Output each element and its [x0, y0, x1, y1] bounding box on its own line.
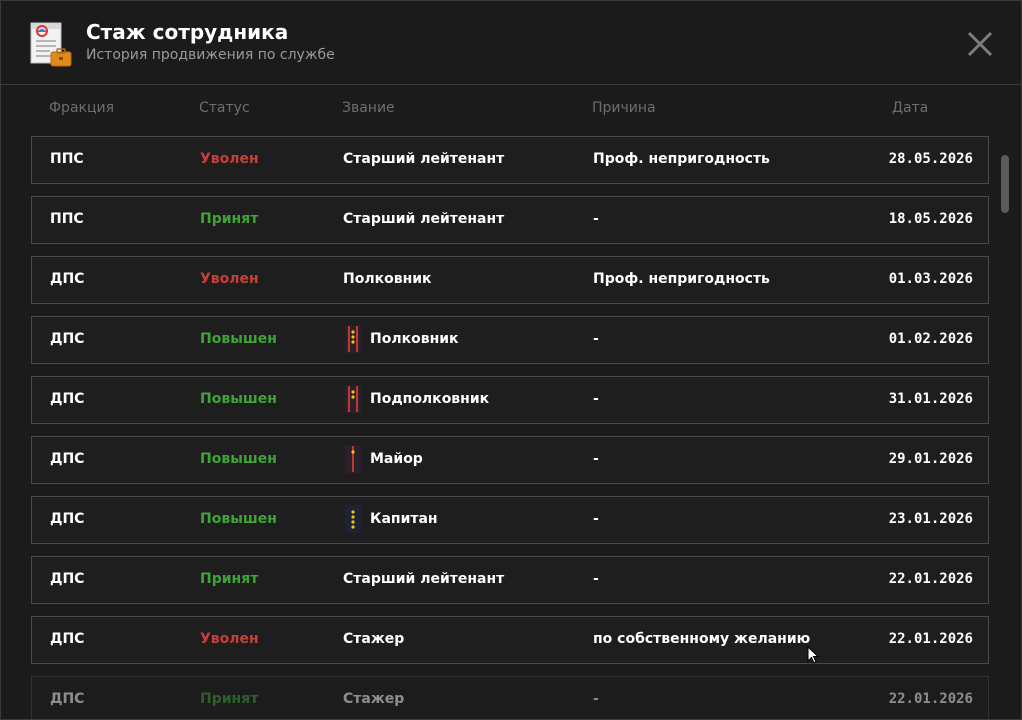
rank-cell: Майор — [343, 445, 423, 473]
date-cell: 22.01.2026 — [888, 631, 973, 647]
rank-label: Майор — [370, 451, 423, 467]
rank-label: Старший лейтенант — [343, 151, 505, 167]
rank-cell: Полковник — [343, 271, 432, 287]
reason-cell: - — [593, 391, 599, 407]
rank-cell: Стажер — [343, 691, 404, 707]
page-subtitle: История продвижения по службе — [86, 47, 335, 63]
table-row[interactable]: ДПС Повышен Майор - 29.01.2026 — [31, 436, 989, 484]
table-row[interactable]: ППС Принят Старший лейтенант - 18.05.2026 — [31, 196, 989, 244]
status-cell: Повышен — [200, 451, 277, 467]
major-insignia-icon — [345, 445, 361, 473]
date-cell: 22.01.2026 — [888, 691, 973, 707]
column-header-faction: Фракция — [49, 100, 115, 116]
reason-cell: по собственному желанию — [593, 631, 811, 647]
reason-cell: - — [593, 451, 599, 467]
rank-cell: Стажер — [343, 631, 404, 647]
captain-insignia-icon — [345, 505, 361, 533]
date-cell: 23.01.2026 — [888, 511, 973, 527]
rank-cell: Полковник — [343, 325, 459, 353]
page-title: Стаж сотрудника — [86, 20, 289, 44]
reason-cell: - — [593, 571, 599, 587]
status-cell: Повышен — [200, 511, 277, 527]
status-cell: Уволен — [200, 271, 259, 287]
rank-cell: Старший лейтенант — [343, 211, 504, 227]
column-header-rank: Звание — [342, 100, 395, 116]
reason-cell: - — [593, 691, 599, 707]
column-header-status: Статус — [199, 100, 250, 116]
status-cell: Уволен — [200, 151, 259, 167]
faction-cell: ДПС — [50, 511, 85, 527]
faction-cell: ДПС — [50, 571, 85, 587]
close-icon[interactable] — [963, 28, 997, 60]
reason-cell: - — [593, 211, 599, 227]
faction-cell: ДПС — [50, 391, 85, 407]
date-cell: 28.05.2026 — [888, 151, 973, 167]
status-cell: Повышен — [200, 331, 277, 347]
status-cell: Уволен — [200, 631, 259, 647]
reason-cell: Проф. непригодность — [593, 151, 770, 167]
reason-cell: - — [593, 331, 599, 347]
faction-cell: ППС — [50, 151, 84, 167]
date-cell: 18.05.2026 — [888, 211, 973, 227]
rank-cell: Подполковник — [343, 385, 490, 413]
table-row[interactable]: ДПС Повышен Капитан - 23.01.2026 — [31, 496, 989, 544]
rank-cell: Капитан — [343, 505, 438, 533]
table-row[interactable]: ДПС Уволен Полковник Проф. непригодность 01.… — [31, 256, 989, 304]
service-record-window: Стаж сотрудника История продвижения по с… — [0, 0, 1022, 720]
status-cell: Принят — [200, 211, 259, 227]
date-cell: 01.02.2026 — [888, 331, 973, 347]
rank-label: Полковник — [343, 271, 432, 287]
service-record-icon — [30, 22, 72, 67]
faction-cell: ДПС — [50, 331, 85, 347]
history-list[interactable]: ППС Уволен Старший лейтенант Проф. непригод… — [1, 136, 1001, 719]
rank-label: Полковник — [370, 331, 459, 347]
rank-cell: Старший лейтенант — [343, 151, 504, 167]
table-row[interactable]: ДПС Повышен Подполковник - 31.01.2026 — [31, 376, 989, 424]
faction-cell: ДПС — [50, 451, 85, 467]
table-row[interactable]: ДПС Повышен Полковник - 01.02.2026 — [31, 316, 989, 364]
table-row[interactable]: ДПС Принят Стажер - 22.01.2026 — [31, 676, 989, 719]
status-cell: Повышен — [200, 391, 277, 407]
window-header: Стаж сотрудника История продвижения по с… — [1, 1, 1021, 85]
faction-cell: ДПС — [50, 691, 85, 707]
rank-cell: Старший лейтенант — [343, 571, 504, 587]
column-header-reason: Причина — [592, 100, 656, 116]
scrollbar-thumb[interactable] — [1001, 155, 1009, 213]
date-cell: 31.01.2026 — [888, 391, 973, 407]
column-header-date: Дата — [892, 100, 929, 116]
table-row[interactable]: ДПС Уволен Стажер по собственному желанию 22… — [31, 616, 989, 664]
faction-cell: ДПС — [50, 631, 85, 647]
status-cell: Принят — [200, 571, 259, 587]
table-row[interactable]: ППС Уволен Старший лейтенант Проф. непригод… — [31, 136, 989, 184]
rank-label: Стажер — [343, 691, 405, 707]
lieutenant-colonel-insignia-icon — [345, 385, 361, 413]
reason-cell: - — [593, 511, 599, 527]
date-cell: 01.03.2026 — [888, 271, 973, 287]
table-row[interactable]: ДПС Принят Старший лейтенант - 22.01.2026 — [31, 556, 989, 604]
rank-label: Капитан — [370, 511, 438, 527]
table-header: Фракция Статус Звание Причина Дата — [1, 100, 1001, 120]
rank-label: Старший лейтенант — [343, 211, 505, 227]
rank-label: Стажер — [343, 631, 405, 647]
faction-cell: ДПС — [50, 271, 85, 287]
colonel-insignia-icon — [345, 325, 361, 353]
faction-cell: ППС — [50, 211, 84, 227]
date-cell: 22.01.2026 — [888, 571, 973, 587]
rank-label: Старший лейтенант — [343, 571, 505, 587]
rank-label: Подполковник — [370, 391, 490, 407]
status-cell: Принят — [200, 691, 259, 707]
date-cell: 29.01.2026 — [888, 451, 973, 467]
reason-cell: Проф. непригодность — [593, 271, 770, 287]
